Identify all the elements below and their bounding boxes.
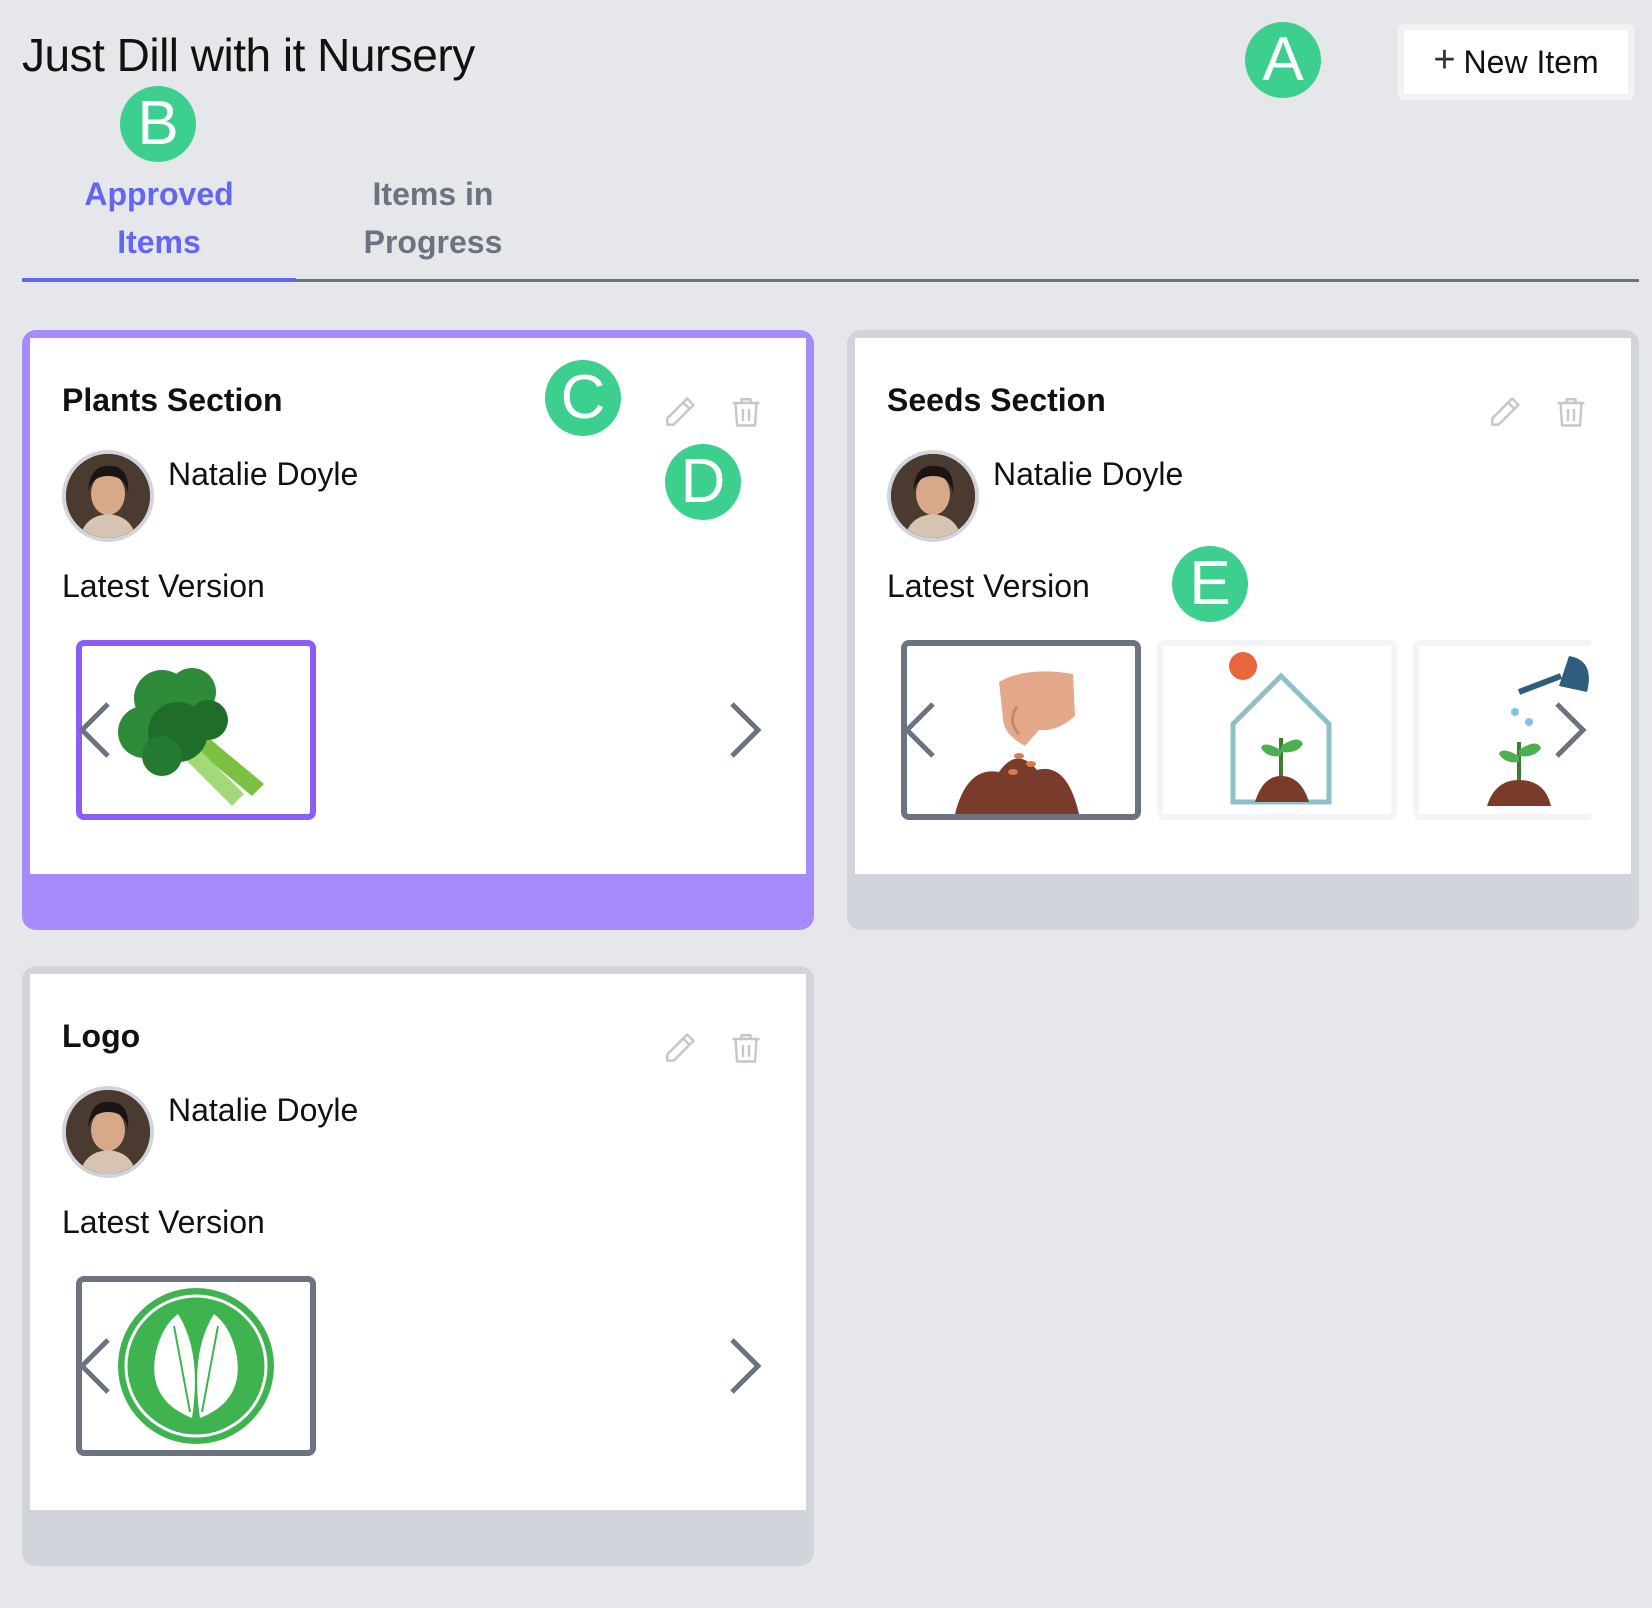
pencil-icon[interactable] bbox=[1485, 390, 1525, 434]
active-tab-indicator bbox=[22, 278, 296, 282]
avatar bbox=[62, 1086, 154, 1178]
tab-approved-label-line1: Approved bbox=[84, 176, 234, 212]
version-carousel bbox=[76, 640, 766, 820]
item-card-plants[interactable]: Plants Section Natalie Doyle Latest Vers… bbox=[22, 330, 814, 930]
author-name: Natalie Doyle bbox=[168, 1092, 359, 1128]
card-body: Plants Section Natalie Doyle Latest Vers… bbox=[30, 338, 806, 874]
chevron-right-icon[interactable] bbox=[1551, 690, 1591, 770]
trash-icon[interactable] bbox=[726, 1026, 766, 1070]
marker-d: D bbox=[665, 444, 741, 520]
version-carousel bbox=[76, 1276, 766, 1456]
author-name: Natalie Doyle bbox=[168, 456, 359, 492]
tab-progress-label-line1: Items in bbox=[372, 176, 494, 212]
card-body: Logo Natalie Doyle Latest Version bbox=[30, 974, 806, 1510]
version-carousel bbox=[901, 640, 1591, 820]
item-card-logo[interactable]: Logo Natalie Doyle Latest Version bbox=[22, 966, 814, 1566]
version-thumbnail-greenhouse[interactable] bbox=[1157, 640, 1397, 820]
marker-c: C bbox=[545, 360, 621, 436]
pencil-icon[interactable] bbox=[660, 390, 700, 434]
chevron-right-icon[interactable] bbox=[726, 1326, 766, 1406]
new-item-button[interactable]: + New Item bbox=[1398, 24, 1634, 100]
latest-version-label: Latest Version bbox=[887, 568, 1090, 604]
card-actions bbox=[1485, 390, 1591, 434]
pencil-icon[interactable] bbox=[660, 1026, 700, 1070]
app-title: Just Dill with it Nursery bbox=[22, 29, 475, 81]
tab-items-in-progress[interactable]: Items in Progress bbox=[296, 170, 570, 266]
latest-version-label: Latest Version bbox=[62, 568, 265, 604]
chevron-left-icon[interactable] bbox=[901, 690, 939, 770]
tab-approved-label-line2: Items bbox=[117, 224, 201, 260]
chevron-left-icon[interactable] bbox=[76, 1326, 114, 1406]
tab-bar: Approved Items Items in Progress bbox=[22, 150, 1639, 282]
marker-a: A bbox=[1245, 22, 1321, 98]
trash-icon[interactable] bbox=[726, 390, 766, 434]
card-title: Seeds Section bbox=[887, 382, 1106, 418]
card-title: Logo bbox=[62, 1018, 141, 1054]
item-card-seeds[interactable]: Seeds Section Natalie Doyle Latest Versi… bbox=[847, 330, 1639, 930]
chevron-right-icon[interactable] bbox=[726, 690, 766, 770]
card-actions bbox=[660, 1026, 766, 1070]
new-item-label: New Item bbox=[1463, 43, 1599, 80]
avatar bbox=[62, 450, 154, 542]
card-body: Seeds Section Natalie Doyle Latest Versi… bbox=[855, 338, 1631, 874]
latest-version-label: Latest Version bbox=[62, 1204, 265, 1240]
card-actions bbox=[660, 390, 766, 434]
plus-icon: + bbox=[1433, 39, 1456, 81]
card-title: Plants Section bbox=[62, 382, 283, 418]
chevron-left-icon[interactable] bbox=[76, 690, 114, 770]
marker-e: E bbox=[1172, 546, 1248, 622]
tab-progress-label-line2: Progress bbox=[363, 224, 503, 260]
avatar bbox=[887, 450, 979, 542]
tab-approved-items[interactable]: Approved Items bbox=[22, 170, 296, 266]
author-name: Natalie Doyle bbox=[993, 456, 1184, 492]
trash-icon[interactable] bbox=[1551, 390, 1591, 434]
